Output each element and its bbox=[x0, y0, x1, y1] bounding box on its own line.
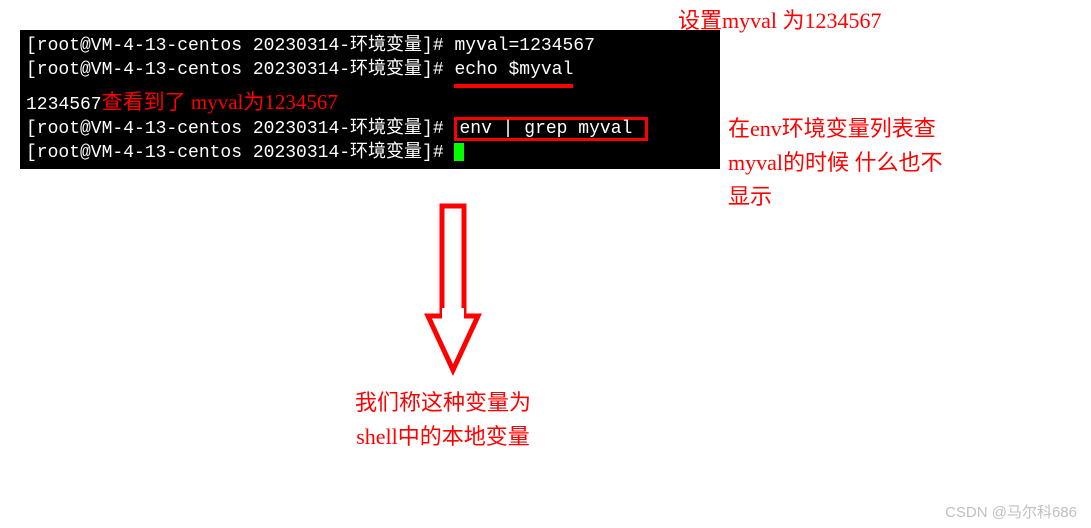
annotation-top: 设置myval 为1234567 bbox=[678, 4, 882, 38]
cursor-block[interactable] bbox=[454, 143, 464, 161]
command-env-grep: env | grep myval bbox=[454, 117, 648, 141]
annotation-right: 在env环境变量列表查 myval的时候 什么也不 显示 bbox=[728, 112, 1058, 214]
annotation-bottom-line2: shell中的本地变量 bbox=[355, 420, 531, 454]
terminal-line-3: 1234567查看到了 myval为1234567 bbox=[26, 88, 714, 117]
terminal-line-4: [root@VM-4-13-centos 20230314-环境变量]# env… bbox=[26, 117, 714, 141]
prompt: [root@VM-4-13-centos 20230314-环境变量]# bbox=[26, 143, 454, 163]
command-echo: echo $myval bbox=[454, 58, 573, 87]
terminal-line-1: [root@VM-4-13-centos 20230314-环境变量]# myv… bbox=[26, 34, 714, 58]
prompt: [root@VM-4-13-centos 20230314-环境变量]# bbox=[26, 60, 454, 80]
terminal-window[interactable]: [root@VM-4-13-centos 20230314-环境变量]# myv… bbox=[20, 30, 720, 169]
terminal-line-5: [root@VM-4-13-centos 20230314-环境变量]# bbox=[26, 141, 714, 165]
arrow-down-icon bbox=[418, 200, 488, 380]
watermark-text: CSDN @马尔科686 bbox=[945, 501, 1077, 522]
annotation-right-line3: 显示 bbox=[728, 180, 1058, 214]
annotation-bottom-line1: 我们称这种变量为 bbox=[355, 386, 531, 420]
annotation-right-line1: 在env环境变量列表查 bbox=[728, 112, 1058, 146]
prompt: [root@VM-4-13-centos 20230314-环境变量]# bbox=[26, 119, 454, 139]
output-value: 1234567 bbox=[26, 95, 102, 115]
prompt: [root@VM-4-13-centos 20230314-环境变量]# bbox=[26, 36, 454, 56]
terminal-line-2: [root@VM-4-13-centos 20230314-环境变量]# ech… bbox=[26, 58, 714, 87]
inline-note: 查看到了 myval为1234567 bbox=[102, 90, 338, 114]
annotation-right-line2: myval的时候 什么也不 bbox=[728, 146, 1058, 180]
command-set-var: myval=1234567 bbox=[454, 36, 594, 56]
annotation-bottom: 我们称这种变量为 shell中的本地变量 bbox=[355, 386, 531, 454]
